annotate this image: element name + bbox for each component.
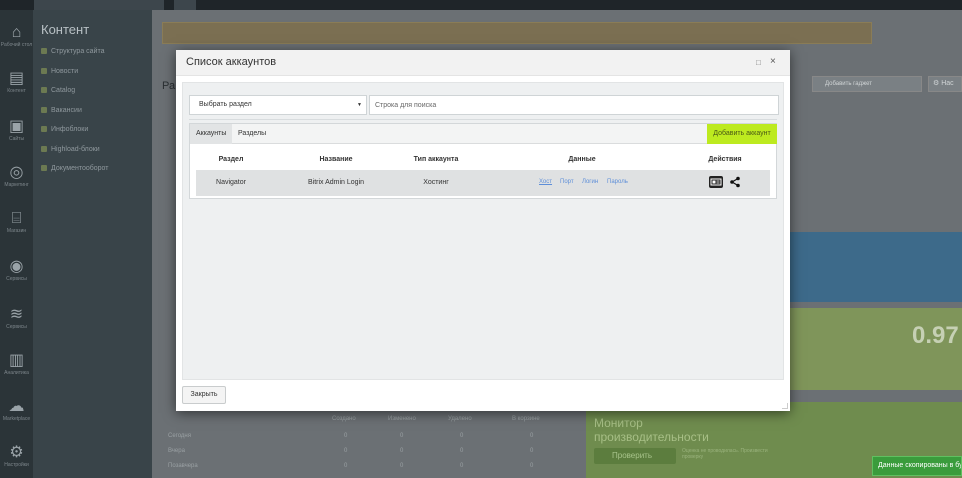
- sites-icon: ▣: [8, 118, 25, 135]
- copy-login-link[interactable]: Логин: [582, 179, 598, 185]
- sidebar-item-news[interactable]: Новости: [41, 68, 78, 75]
- page-title: Ра: [162, 80, 176, 92]
- shop-icon: ⌸: [11, 210, 22, 227]
- copied-notification: Данные скопированы в буфер: [872, 456, 962, 476]
- column-header-type: Тип аккаунта: [413, 156, 459, 163]
- dialog-body: Выбрать раздел ▼ Аккаунты Разделы Добави…: [182, 82, 784, 380]
- close-button[interactable]: Закрыть: [182, 386, 226, 404]
- accounts-list-dialog: Список аккаунтов □ × Выбрать раздел ▼ Ак…: [176, 50, 790, 411]
- tab-strip: Аккаунты Разделы Добавить аккаунт: [190, 124, 777, 144]
- share-button[interactable]: [729, 176, 741, 188]
- edit-card-button[interactable]: [709, 176, 723, 188]
- copy-port-link[interactable]: Порт: [560, 179, 574, 185]
- nav-item-desktop[interactable]: ⌂ Рабочий стол: [0, 24, 33, 48]
- analytics-icon: ▥: [8, 352, 25, 369]
- nav-item-marketing[interactable]: ◎ Маркетинг: [0, 164, 33, 188]
- cell-name: Bitrix Admin Login: [307, 179, 365, 186]
- column-header-actions: Действия: [708, 156, 742, 163]
- left-navigation: ⌂ Рабочий стол ▤ Контент ▣ Сайты ◎ Марке…: [0, 10, 33, 478]
- cell-section: Navigator: [216, 179, 246, 186]
- sidebar-item-vacancies[interactable]: Вакансии: [41, 107, 82, 114]
- column-header-name: Название: [319, 156, 353, 163]
- dialog-header[interactable]: Список аккаунтов □ ×: [176, 50, 790, 76]
- settings-icon: ⚙: [9, 444, 24, 461]
- check-button[interactable]: Проверить: [594, 448, 676, 464]
- folder-icon: [41, 107, 47, 114]
- nav-item-sites[interactable]: ▣ Сайты: [0, 118, 33, 142]
- tab-accounts[interactable]: Аккаунты: [190, 124, 233, 144]
- folder-icon: [41, 126, 47, 133]
- copy-host-link[interactable]: Хост: [539, 179, 552, 185]
- search-input[interactable]: [369, 95, 779, 115]
- content-side-panel: Контент Структура сайта Новости Catalog …: [33, 10, 152, 478]
- services-icon: ◉: [9, 258, 24, 275]
- maximize-icon[interactable]: □: [756, 58, 761, 67]
- side-panel-title: Контент: [41, 22, 90, 37]
- folder-icon: [41, 48, 47, 55]
- nav-item-content[interactable]: ▤ Контент: [0, 70, 33, 94]
- section-select[interactable]: Выбрать раздел ▼: [189, 95, 367, 115]
- top-tab[interactable]: [174, 0, 196, 10]
- sidebar-item-site-structure[interactable]: Структура сайта: [41, 48, 104, 55]
- folder-icon: [41, 146, 47, 153]
- top-tab[interactable]: [34, 0, 164, 10]
- nav-item-analytics[interactable]: ▥ Аналитика: [0, 352, 33, 376]
- top-bar: [0, 0, 962, 10]
- folder-icon: [41, 87, 47, 94]
- share-icon: [730, 176, 740, 188]
- accounts-panel: Аккаунты Разделы Добавить аккаунт Раздел…: [189, 123, 777, 199]
- dialog-footer: Закрыть: [176, 380, 790, 411]
- warning-banner: [162, 22, 872, 44]
- resize-handle[interactable]: [782, 403, 788, 409]
- sidebar-item-workflow[interactable]: Документооборот: [41, 165, 109, 172]
- tab-sections[interactable]: Разделы: [232, 124, 272, 144]
- id-card-icon: [710, 178, 722, 186]
- add-gadget-button[interactable]: Добавить гаджет: [812, 76, 922, 92]
- sidebar-item-highload[interactable]: Highload-блоки: [41, 146, 100, 153]
- chevron-down-icon: ▼: [357, 102, 362, 108]
- performance-monitor-title: Монитор производительности: [594, 416, 709, 444]
- cell-type: Хостинг: [423, 179, 449, 186]
- copy-password-link[interactable]: Пароль: [607, 179, 628, 185]
- sidebar-item-infoblocks[interactable]: Инфоблоки: [41, 126, 88, 133]
- column-header-data: Данные: [568, 156, 596, 163]
- column-header-section: Раздел: [218, 156, 244, 163]
- content-icon: ▤: [8, 70, 25, 87]
- marketing-icon: ◎: [9, 164, 24, 181]
- folder-icon: [41, 68, 47, 75]
- nav-item-services[interactable]: ◉ Сервисы: [0, 258, 33, 282]
- divider: [189, 119, 777, 120]
- close-icon[interactable]: ×: [770, 56, 776, 67]
- nav-item-settings[interactable]: ⚙ Настройки: [0, 444, 33, 468]
- gear-icon: ⚙: [933, 80, 942, 87]
- cloud-icon: ☁: [8, 398, 25, 415]
- score-value: 0.97: [912, 322, 959, 349]
- folder-icon: [41, 165, 47, 172]
- settings-button[interactable]: ⚙ Нас: [928, 76, 962, 92]
- add-account-button[interactable]: Добавить аккаунт: [707, 124, 777, 144]
- sidebar-item-catalog[interactable]: Catalog: [41, 87, 75, 94]
- nav-item-services-2[interactable]: ≋ Сервисы: [0, 306, 33, 330]
- dialog-title: Список аккаунтов: [186, 56, 277, 68]
- nav-item-marketplace[interactable]: ☁ Marketplace: [0, 398, 33, 422]
- nav-item-shop[interactable]: ⌸ Магазин: [0, 210, 33, 234]
- table-row[interactable]: Navigator Bitrix Admin Login Хостинг Хос…: [196, 170, 770, 196]
- performance-note: Оценка не проводилась. Произвести провер…: [682, 448, 768, 460]
- layers-icon: ≋: [9, 306, 24, 323]
- home-icon: ⌂: [11, 24, 22, 41]
- filter-bar: Выбрать раздел ▼: [189, 95, 779, 115]
